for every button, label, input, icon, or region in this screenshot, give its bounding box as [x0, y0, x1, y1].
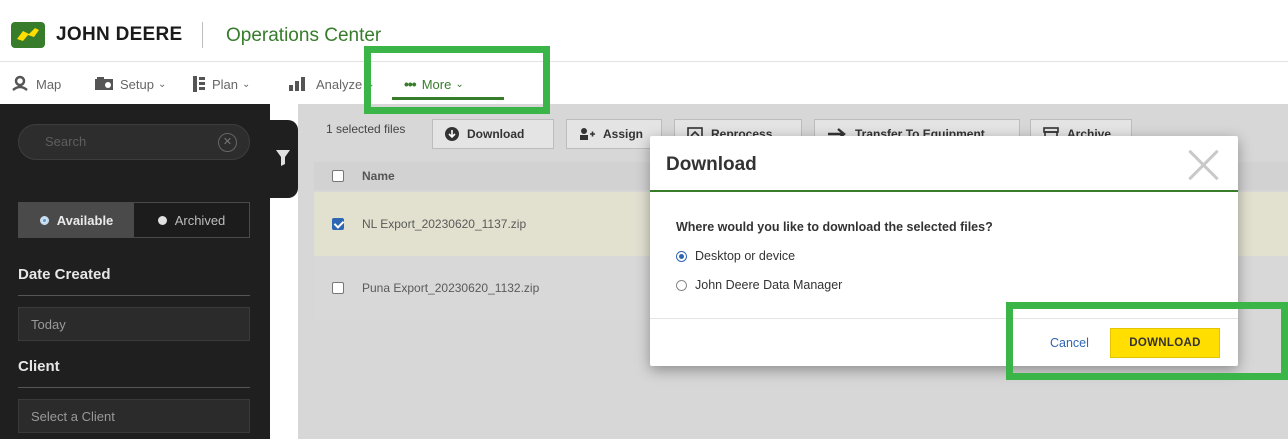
date-created-field[interactable]: Today — [18, 307, 250, 341]
toggle-available-label: Available — [56, 212, 114, 228]
column-header-name[interactable]: Name — [362, 169, 395, 183]
chevron-down-icon: ⌄ — [157, 78, 167, 90]
dialog-question: Where would you like to download the sel… — [676, 220, 993, 234]
divider — [18, 295, 250, 296]
toggle-archived-label: Archived — [174, 212, 226, 228]
radio-button[interactable] — [676, 250, 687, 262]
row-checkbox[interactable] — [332, 218, 344, 230]
radio-button[interactable] — [676, 279, 687, 291]
nav-label-setup: Setup — [120, 76, 154, 92]
radio-dot-icon — [157, 215, 167, 225]
file-name: Puna Export_20230620_1132.zip — [362, 281, 540, 295]
row-checkbox[interactable] — [332, 282, 344, 294]
john-deere-logo-icon[interactable] — [11, 22, 45, 48]
client-heading: Client — [18, 358, 60, 375]
client-select[interactable]: Select a Client — [18, 399, 250, 433]
header-divider — [202, 22, 203, 48]
radio-dot-icon — [39, 215, 49, 225]
dialog-header: Download — [650, 136, 1238, 192]
search-box[interactable]: ✕ — [18, 124, 250, 160]
highlight-box-download — [1006, 302, 1288, 380]
option-desktop[interactable]: Desktop or device — [676, 249, 795, 263]
divider — [18, 387, 250, 388]
nav-label-map: Map — [36, 76, 62, 92]
download-button-label: Download — [467, 127, 525, 141]
download-button[interactable]: Download — [432, 119, 554, 149]
option-data-manager-label: John Deere Data Manager — [695, 278, 843, 292]
availability-toggle: Available Archived — [18, 202, 250, 238]
main-nav: Map Setup ⌄ Plan ⌄ Analyze ⌄ ••• More ⌄ — [0, 62, 1288, 104]
nav-item-analyze[interactable]: Analyze ⌄ — [288, 70, 375, 98]
option-desktop-label: Desktop or device — [695, 249, 796, 263]
assign-button[interactable]: Assign — [566, 119, 662, 149]
map-pin-icon — [10, 75, 30, 93]
close-icon[interactable] — [1186, 148, 1220, 182]
filter-icon — [276, 150, 290, 166]
bar-chart-icon — [288, 76, 310, 92]
nav-item-plan[interactable]: Plan ⌄ — [192, 70, 250, 98]
select-all-checkbox[interactable] — [332, 170, 344, 182]
brand-name[interactable]: JOHN DEERE — [56, 24, 183, 46]
option-data-manager[interactable]: John Deere Data Manager — [676, 278, 842, 292]
file-name: NL Export_20230620_1137.zip — [362, 217, 527, 231]
plan-icon — [192, 75, 206, 93]
app-header: JOHN DEERE Operations Center — [0, 0, 1288, 62]
app-title[interactable]: Operations Center — [226, 25, 381, 47]
toggle-available[interactable]: Available — [19, 203, 134, 237]
chevron-down-icon: ⌄ — [242, 78, 251, 90]
nav-label-plan: Plan — [212, 76, 239, 92]
nav-label-analyze: Analyze — [316, 76, 363, 92]
dialog-title: Download — [666, 154, 757, 175]
download-icon — [445, 127, 459, 141]
search-input[interactable] — [45, 134, 215, 149]
filter-toggle-tab[interactable] — [268, 120, 298, 198]
nav-item-map[interactable]: Map — [10, 70, 61, 98]
toggle-archived[interactable]: Archived — [134, 203, 249, 237]
selected-count: 1 selected files — [326, 122, 406, 136]
filter-sidebar: ✕ Available Archived Date Created Today … — [0, 104, 270, 439]
setup-icon — [94, 76, 114, 92]
highlight-box-more — [364, 46, 550, 114]
nav-item-setup[interactable]: Setup ⌄ — [94, 70, 166, 98]
date-created-heading: Date Created — [18, 266, 111, 283]
assign-icon — [579, 127, 595, 141]
clear-search-icon[interactable]: ✕ — [218, 133, 237, 152]
assign-button-label: Assign — [603, 127, 644, 141]
